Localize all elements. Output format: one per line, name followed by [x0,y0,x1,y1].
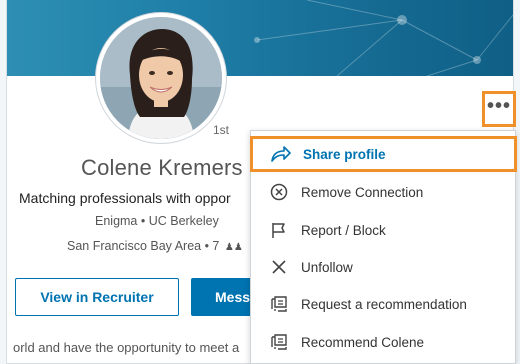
flag-icon [269,220,289,240]
recommendation-icon [269,332,289,352]
share-arrow-icon [271,144,291,164]
profile-headline: Matching professionals with oppor [19,190,231,206]
remove-circle-x-icon [269,182,289,202]
profile-summary-text: orld and have the opportunity to meet a [13,340,240,355]
person-photo-icon [100,17,222,139]
banner-network-pattern [254,0,513,76]
menu-item-label: Unfollow [301,259,353,275]
menu-item-recommend-colene[interactable]: Recommend Colene [251,324,515,360]
menu-item-label: Remove Connection [301,184,424,200]
profile-banner [7,0,513,76]
profile-company-school: Enigma • UC Berkeley [95,214,219,228]
profile-location: San Francisco Bay Area • 7 ♟♟ [67,239,243,253]
menu-item-report-block[interactable]: Report / Block [251,212,515,248]
profile-photo-frame[interactable] [95,12,227,144]
x-icon [269,257,289,277]
menu-item-label: Share profile [303,146,386,162]
menu-item-label: Recommend Colene [301,334,425,350]
view-in-recruiter-button[interactable]: View in Recruiter [15,278,179,316]
menu-item-label: Report / Block [301,222,386,238]
menu-item-share-profile[interactable]: Share profile [250,136,517,172]
people-icon: ♟♟ [224,242,243,253]
profile-location-text: San Francisco Bay Area • 7 [67,239,220,253]
more-actions-menu: Share profile Remove Connection Report /… [250,130,517,364]
menu-item-unfollow[interactable]: Unfollow [251,249,515,285]
profile-name: Colene Kremers [81,155,243,180]
connection-degree-badge: 1st [213,123,230,137]
more-actions-button[interactable]: ••• [482,91,516,127]
menu-item-label: Request a recommendation [301,296,467,312]
screenshot-frame: 1st Colene Kremers Matching professional… [0,0,520,364]
menu-item-request-recommendation[interactable]: Request a recommendation [251,286,515,322]
menu-item-remove-connection[interactable]: Remove Connection [251,174,515,210]
profile-photo [100,17,222,139]
recommendation-icon [269,294,289,314]
